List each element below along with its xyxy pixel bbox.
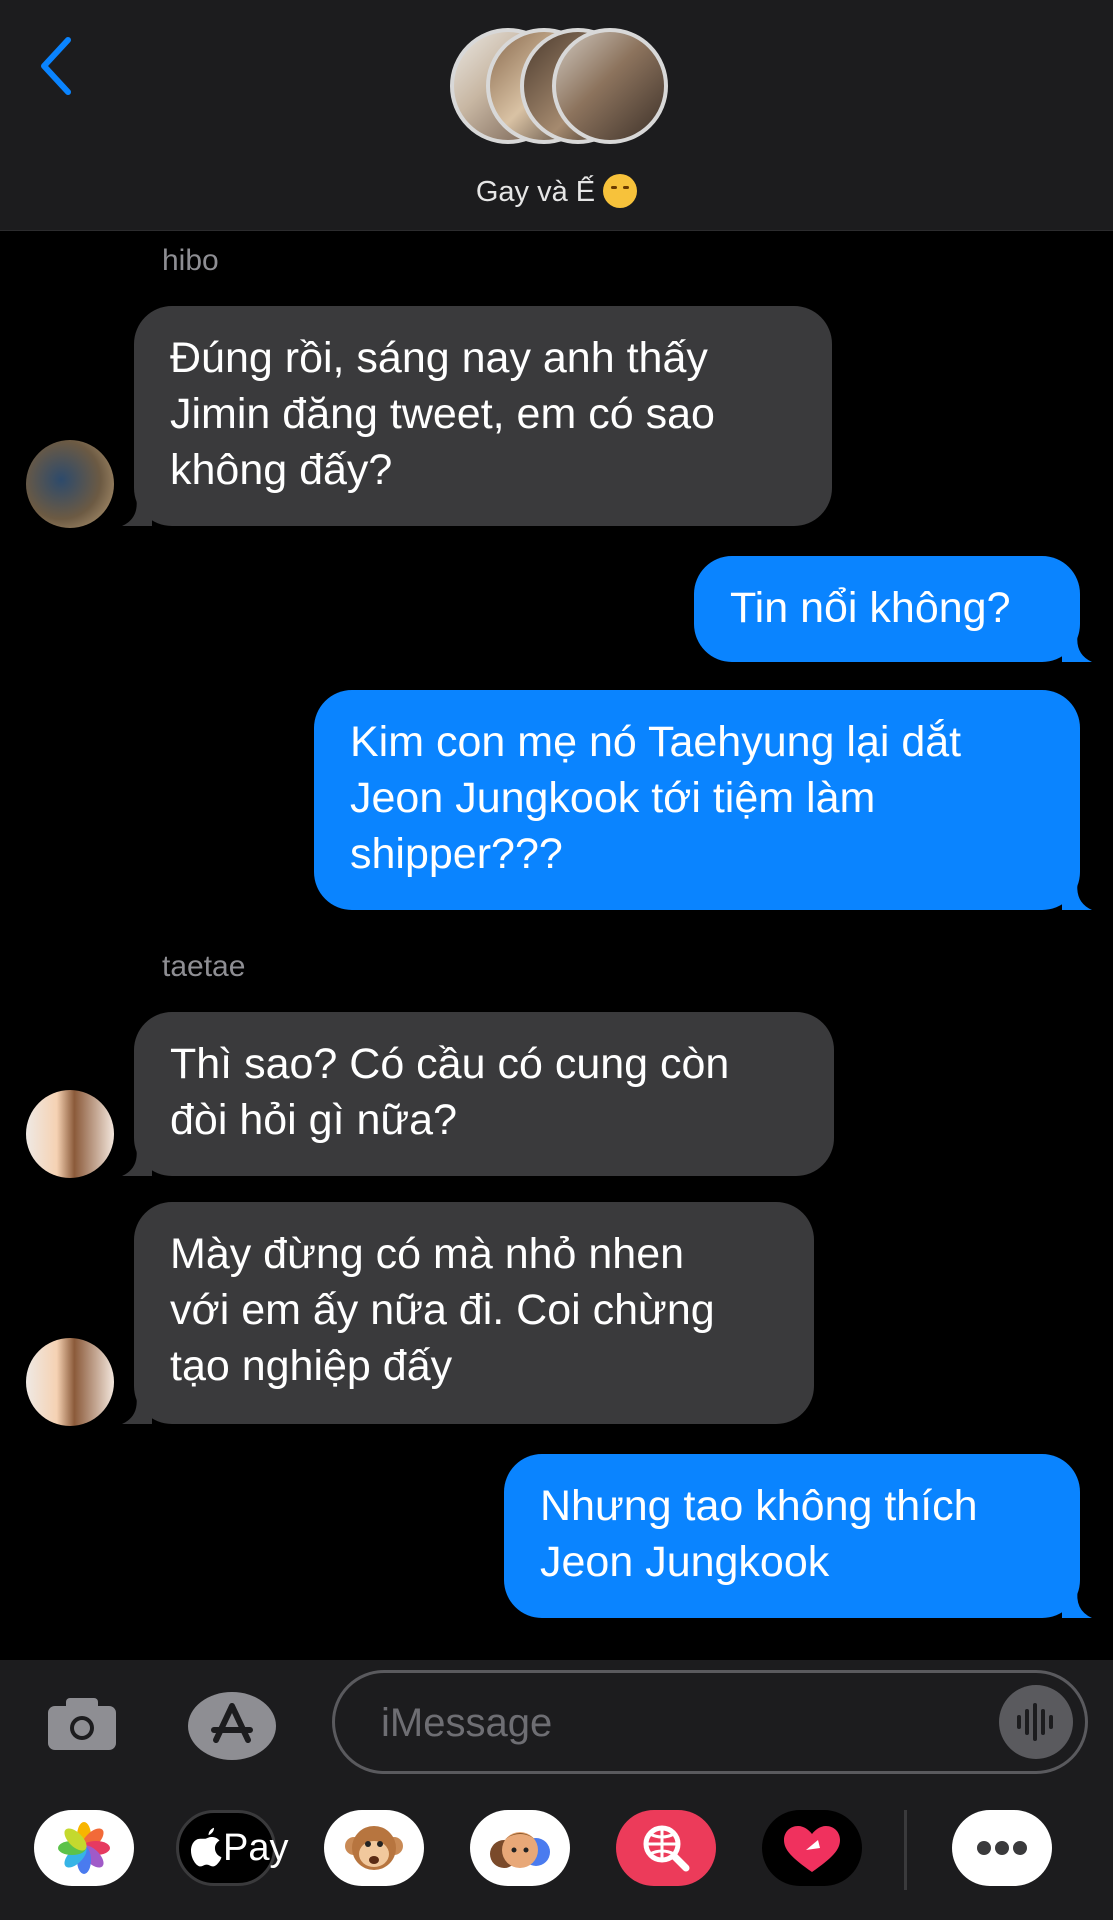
sender-avatar[interactable] <box>26 440 114 528</box>
memoji-icon <box>490 1832 550 1868</box>
app-store-button[interactable] <box>186 1690 278 1762</box>
bubble-tail <box>1062 1588 1092 1618</box>
bubble-tail <box>122 496 152 526</box>
bubble-tail <box>122 1146 152 1176</box>
message-bubble-incoming[interactable]: Mày đừng có mà nhỏ nhen với em ấy nữa đi… <box>122 1202 814 1424</box>
more-apps-button[interactable] <box>952 1810 1052 1886</box>
back-button[interactable] <box>38 36 78 96</box>
photos-icon <box>58 1822 110 1874</box>
memoji-stickers-button[interactable] <box>470 1810 570 1886</box>
animoji-button[interactable] <box>324 1810 424 1886</box>
message-bubble-outgoing[interactable]: Tin nổi không? <box>694 556 1092 662</box>
bubble-tail <box>1062 880 1092 910</box>
message-bubble-outgoing[interactable]: Nhưng tao không thích Jeon Jungkook <box>504 1454 1092 1618</box>
heart-touch-icon <box>784 1826 840 1872</box>
conversation-header: Gay và Ế <box>0 0 1113 231</box>
globe-search-icon <box>643 1825 690 1872</box>
app-drawer-divider <box>904 1810 907 1890</box>
photos-app-button[interactable] <box>34 1810 134 1886</box>
ellipsis-icon <box>977 1841 1027 1855</box>
camera-icon <box>48 1698 116 1750</box>
app-drawer: Pay <box>0 1810 1113 1910</box>
sender-avatar[interactable] <box>26 1338 114 1426</box>
digital-touch-button[interactable] <box>762 1810 862 1886</box>
imessage-input[interactable]: iMessage <box>332 1670 1088 1774</box>
waveform-icon <box>1017 1703 1053 1741</box>
relieved-face-icon <box>603 174 638 208</box>
message-text: Kim con mẹ nó Taehyung lại dắt Jeon Jung… <box>350 718 962 878</box>
message-bubble-outgoing[interactable]: Kim con mẹ nó Taehyung lại dắt Jeon Jung… <box>314 690 1092 910</box>
message-text: Mày đừng có mà nhỏ nhen với em ấy nữa đi… <box>170 1230 715 1390</box>
sender-avatar[interactable] <box>26 1090 114 1178</box>
message-bubble-incoming[interactable]: Thì sao? Có cầu có cung còn đòi hỏi gì n… <box>122 1012 834 1176</box>
audio-message-button[interactable] <box>999 1685 1073 1759</box>
group-member-avatar <box>552 28 668 144</box>
apple-pay-label: Pay <box>223 1827 289 1869</box>
message-text: Nhưng tao không thích Jeon Jungkook <box>540 1482 978 1586</box>
apple-pay-button[interactable]: Pay <box>176 1810 288 1886</box>
group-name-text: Gay và Ế <box>475 176 596 208</box>
compose-bar: iMessage Pay <box>0 1660 1113 1920</box>
message-text: Thì sao? Có cầu có cung còn đòi hỏi gì n… <box>170 1040 730 1144</box>
camera-button[interactable] <box>46 1696 118 1752</box>
sender-name: taetae <box>162 950 246 983</box>
message-text: Đúng rồi, sáng nay anh thấy Jimin đăng t… <box>170 334 715 494</box>
chevron-left-icon <box>41 37 71 95</box>
group-name[interactable]: Gay và Ế <box>0 174 1113 209</box>
sender-name: hibo <box>162 244 219 277</box>
app-store-icon <box>188 1692 276 1760</box>
bubble-tail <box>122 1394 152 1424</box>
imessage-placeholder: iMessage <box>381 1701 553 1745</box>
monkey-icon <box>345 1826 403 1870</box>
group-avatars[interactable] <box>450 28 670 154</box>
web-images-button[interactable] <box>616 1810 716 1886</box>
bubble-tail <box>1062 632 1092 662</box>
message-bubble-incoming[interactable]: Đúng rồi, sáng nay anh thấy Jimin đăng t… <box>122 306 832 526</box>
message-text: Tin nổi không? <box>730 584 1011 632</box>
